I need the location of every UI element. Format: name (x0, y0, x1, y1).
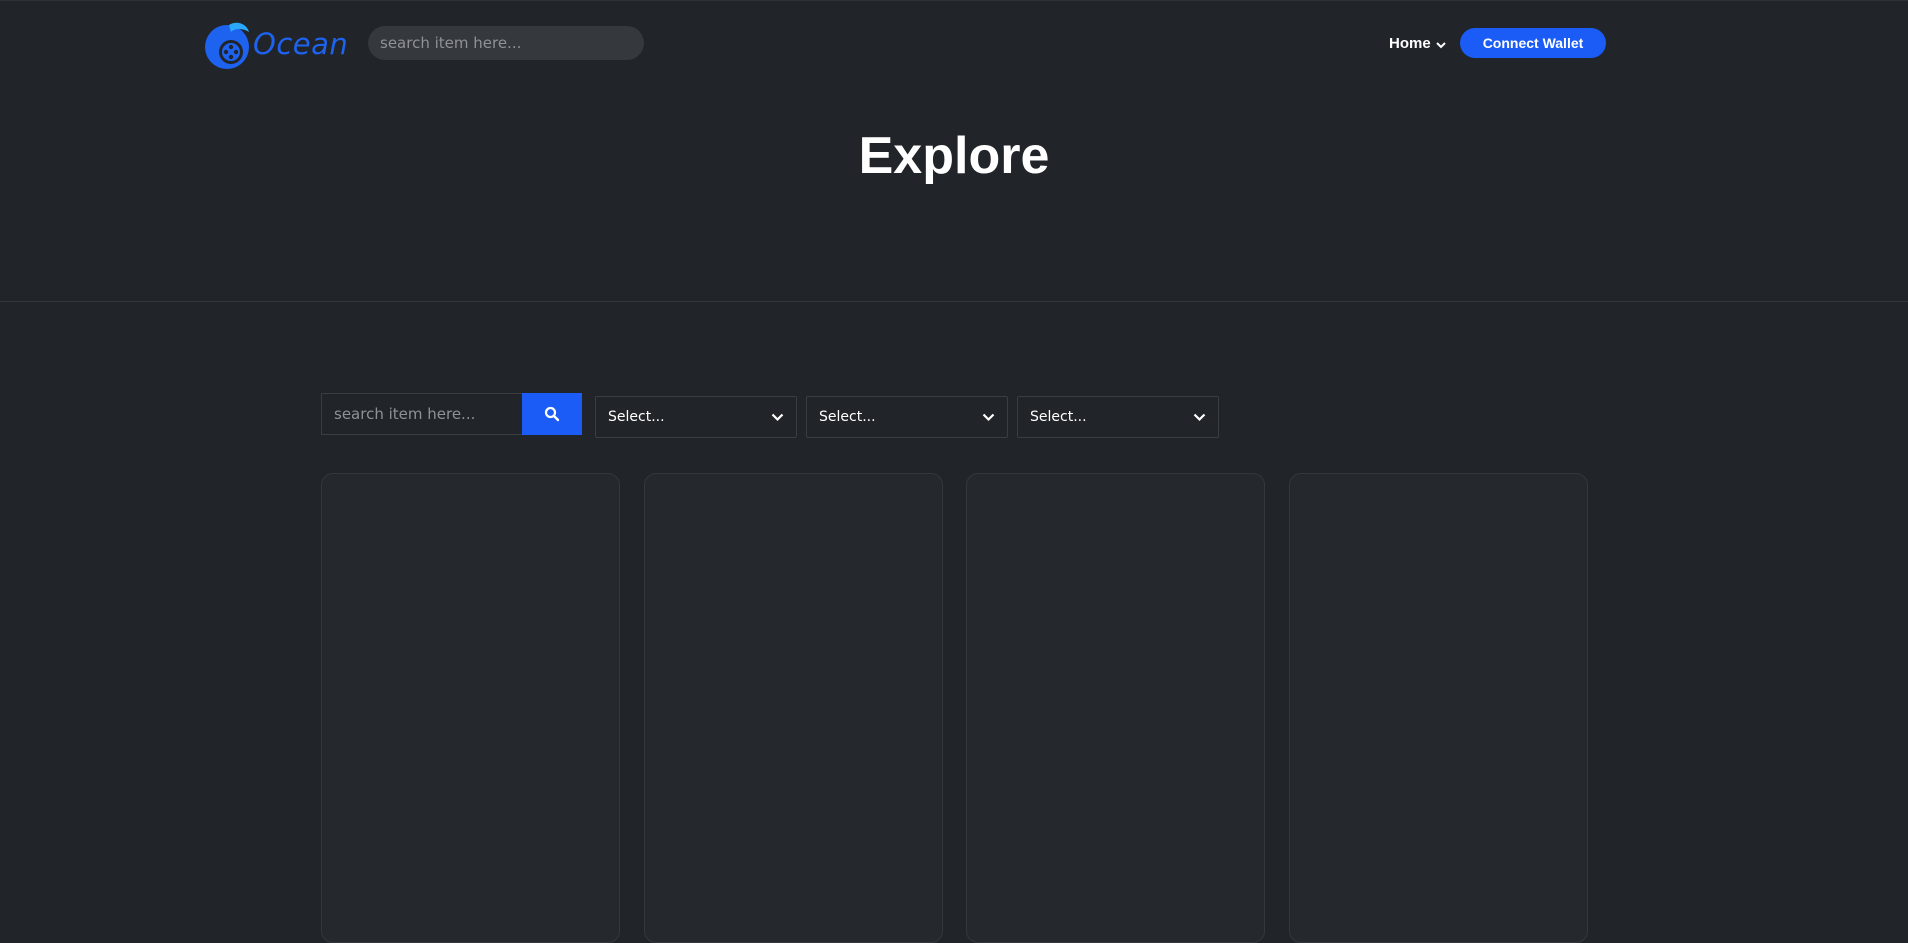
explore-search-button[interactable] (522, 393, 582, 435)
page-title: Explore (858, 127, 1050, 185)
filter-select-2-value: Select... (819, 409, 876, 425)
item-card-placeholder[interactable] (321, 473, 620, 943)
section-divider (0, 301, 1908, 302)
filter-select-3-value: Select... (1030, 409, 1087, 425)
chevron-down-icon (1435, 41, 1446, 48)
filter-select-2[interactable]: Select... (806, 396, 1008, 438)
nav-home-label: Home (1389, 35, 1431, 52)
chevron-down-icon (982, 413, 995, 421)
chevron-down-icon (1193, 413, 1206, 421)
item-card-placeholder[interactable] (966, 473, 1265, 943)
connect-wallet-button[interactable]: Connect Wallet (1460, 28, 1606, 58)
filter-select-1[interactable]: Select... (595, 396, 797, 438)
explore-search-input[interactable] (321, 393, 523, 435)
item-card-placeholder[interactable] (1289, 473, 1588, 943)
header-search-input[interactable] (368, 26, 644, 60)
brand-logo[interactable]: Ocean (203, 16, 348, 72)
top-navbar: Ocean Home Connect Wallet (0, 0, 1908, 84)
item-card-placeholder[interactable] (644, 473, 943, 943)
filter-select-1-value: Select... (608, 409, 665, 425)
nav-home-menu[interactable]: Home (1389, 35, 1446, 52)
ocean-logo-icon (205, 22, 249, 69)
chevron-down-icon (771, 413, 784, 421)
brand-name: Ocean (253, 27, 349, 61)
filter-select-3[interactable]: Select... (1017, 396, 1219, 438)
search-icon (544, 406, 560, 422)
